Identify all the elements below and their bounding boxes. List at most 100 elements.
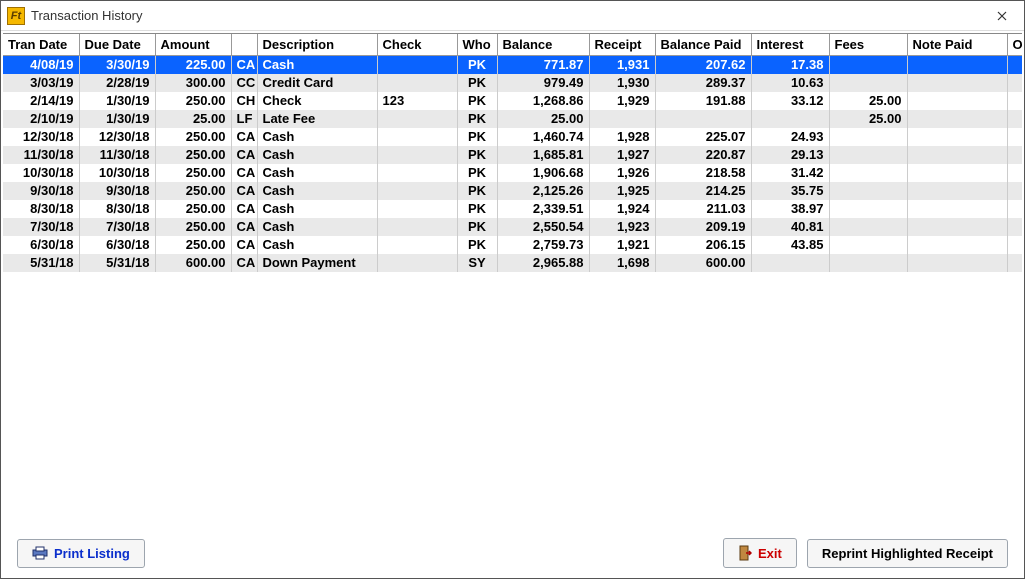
cell-check — [377, 236, 457, 254]
table-row[interactable]: 5/31/185/31/18600.00CADown PaymentSY2,96… — [3, 254, 1022, 272]
cell-receipt: 1,931 — [589, 56, 655, 74]
cell-balance: 1,268.86 — [497, 92, 589, 110]
table-row[interactable]: 9/30/189/30/18250.00CACashPK2,125.261,92… — [3, 182, 1022, 200]
cell-who: PK — [457, 110, 497, 128]
cell-check — [377, 110, 457, 128]
cell-note_paid — [907, 236, 1007, 254]
cell-desc: Cash — [257, 218, 377, 236]
cell-who: PK — [457, 182, 497, 200]
cell-tran_date: 11/30/18 — [3, 146, 79, 164]
cell-bal_paid: 225.07 — [655, 128, 751, 146]
cell-desc: Down Payment — [257, 254, 377, 272]
table-row[interactable]: 2/14/191/30/19250.00CHCheck123PK1,268.86… — [3, 92, 1022, 110]
cell-fees: 25.00 — [829, 110, 907, 128]
col-header-balance[interactable]: Balance — [497, 34, 589, 56]
cell-due_date: 8/30/18 — [79, 200, 155, 218]
cell-bal_paid: 207.62 — [655, 56, 751, 74]
cell-tran_date: 7/30/18 — [3, 218, 79, 236]
cell-receipt: 1,929 — [589, 92, 655, 110]
cell-fees — [829, 218, 907, 236]
cell-check — [377, 128, 457, 146]
cell-note_paid — [907, 146, 1007, 164]
cell-amount: 25.00 — [155, 110, 231, 128]
print-listing-button[interactable]: Print Listing — [17, 539, 145, 568]
cell-tran_date: 2/14/19 — [3, 92, 79, 110]
cell-fees: 25.00 — [829, 92, 907, 110]
cell-note_paid — [907, 74, 1007, 92]
table-row[interactable]: 8/30/188/30/18250.00CACashPK2,339.511,92… — [3, 200, 1022, 218]
table-row[interactable]: 2/10/191/30/1925.00LFLate FeePK25.0025.0… — [3, 110, 1022, 128]
cell-bal_paid: 206.15 — [655, 236, 751, 254]
cell-ot — [1007, 254, 1022, 272]
bottom-bar: Print Listing Exit Reprint Highlighted R… — [1, 532, 1024, 578]
printer-icon — [32, 546, 48, 560]
cell-due_date: 10/30/18 — [79, 164, 155, 182]
col-header-receipt[interactable]: Receipt — [589, 34, 655, 56]
col-header-amount[interactable]: Amount — [155, 34, 231, 56]
col-header-check[interactable]: Check — [377, 34, 457, 56]
cell-bal_paid: 191.88 — [655, 92, 751, 110]
cell-bal_paid: 211.03 — [655, 200, 751, 218]
cell-check — [377, 146, 457, 164]
cell-receipt: 1,930 — [589, 74, 655, 92]
col-header-type[interactable] — [231, 34, 257, 56]
cell-tran_date: 10/30/18 — [3, 164, 79, 182]
cell-interest: 38.97 — [751, 200, 829, 218]
cell-due_date: 12/30/18 — [79, 128, 155, 146]
table-row[interactable]: 7/30/187/30/18250.00CACashPK2,550.541,92… — [3, 218, 1022, 236]
exit-label: Exit — [758, 546, 782, 561]
table-row[interactable]: 10/30/1810/30/18250.00CACashPK1,906.681,… — [3, 164, 1022, 182]
cell-who: PK — [457, 164, 497, 182]
cell-receipt: 1,926 — [589, 164, 655, 182]
cell-bal_paid: 289.37 — [655, 74, 751, 92]
reprint-receipt-button[interactable]: Reprint Highlighted Receipt — [807, 539, 1008, 568]
col-header-desc[interactable]: Description — [257, 34, 377, 56]
exit-icon — [738, 545, 752, 561]
cell-due_date: 1/30/19 — [79, 92, 155, 110]
cell-balance: 2,550.54 — [497, 218, 589, 236]
cell-due_date: 7/30/18 — [79, 218, 155, 236]
titlebar: Ft Transaction History — [1, 1, 1024, 31]
close-icon — [997, 11, 1007, 21]
grid-scroll[interactable]: Tran DateDue DateAmount DescriptionCheckW… — [3, 34, 1022, 532]
col-header-who[interactable]: Who — [457, 34, 497, 56]
cell-who: PK — [457, 200, 497, 218]
cell-type: CA — [231, 236, 257, 254]
cell-due_date: 1/30/19 — [79, 110, 155, 128]
cell-who: PK — [457, 56, 497, 74]
cell-type: CA — [231, 182, 257, 200]
transaction-table[interactable]: Tran DateDue DateAmount DescriptionCheckW… — [3, 34, 1022, 272]
cell-note_paid — [907, 182, 1007, 200]
cell-balance: 2,965.88 — [497, 254, 589, 272]
cell-due_date: 2/28/19 — [79, 74, 155, 92]
table-row[interactable]: 4/08/193/30/19225.00CACashPK771.871,9312… — [3, 56, 1022, 74]
cell-who: PK — [457, 218, 497, 236]
close-button[interactable] — [980, 1, 1024, 30]
cell-interest: 10.63 — [751, 74, 829, 92]
cell-bal_paid: 600.00 — [655, 254, 751, 272]
exit-button[interactable]: Exit — [723, 538, 797, 568]
col-header-due_date[interactable]: Due Date — [79, 34, 155, 56]
col-header-ot[interactable]: Ot — [1007, 34, 1022, 56]
cell-balance: 1,460.74 — [497, 128, 589, 146]
cell-amount: 250.00 — [155, 128, 231, 146]
table-row[interactable]: 3/03/192/28/19300.00CCCredit CardPK979.4… — [3, 74, 1022, 92]
cell-note_paid — [907, 218, 1007, 236]
cell-check — [377, 56, 457, 74]
cell-interest — [751, 254, 829, 272]
table-row[interactable]: 12/30/1812/30/18250.00CACashPK1,460.741,… — [3, 128, 1022, 146]
header-row[interactable]: Tran DateDue DateAmount DescriptionCheckW… — [3, 34, 1022, 56]
cell-amount: 225.00 — [155, 56, 231, 74]
cell-desc: Cash — [257, 128, 377, 146]
cell-bal_paid: 209.19 — [655, 218, 751, 236]
cell-balance: 979.49 — [497, 74, 589, 92]
col-header-bal_paid[interactable]: Balance Paid — [655, 34, 751, 56]
col-header-fees[interactable]: Fees — [829, 34, 907, 56]
table-row[interactable]: 6/30/186/30/18250.00CACashPK2,759.731,92… — [3, 236, 1022, 254]
col-header-tran_date[interactable]: Tran Date — [3, 34, 79, 56]
cell-fees — [829, 128, 907, 146]
col-header-note_paid[interactable]: Note Paid — [907, 34, 1007, 56]
table-row[interactable]: 11/30/1811/30/18250.00CACashPK1,685.811,… — [3, 146, 1022, 164]
cell-ot — [1007, 92, 1022, 110]
col-header-interest[interactable]: Interest — [751, 34, 829, 56]
